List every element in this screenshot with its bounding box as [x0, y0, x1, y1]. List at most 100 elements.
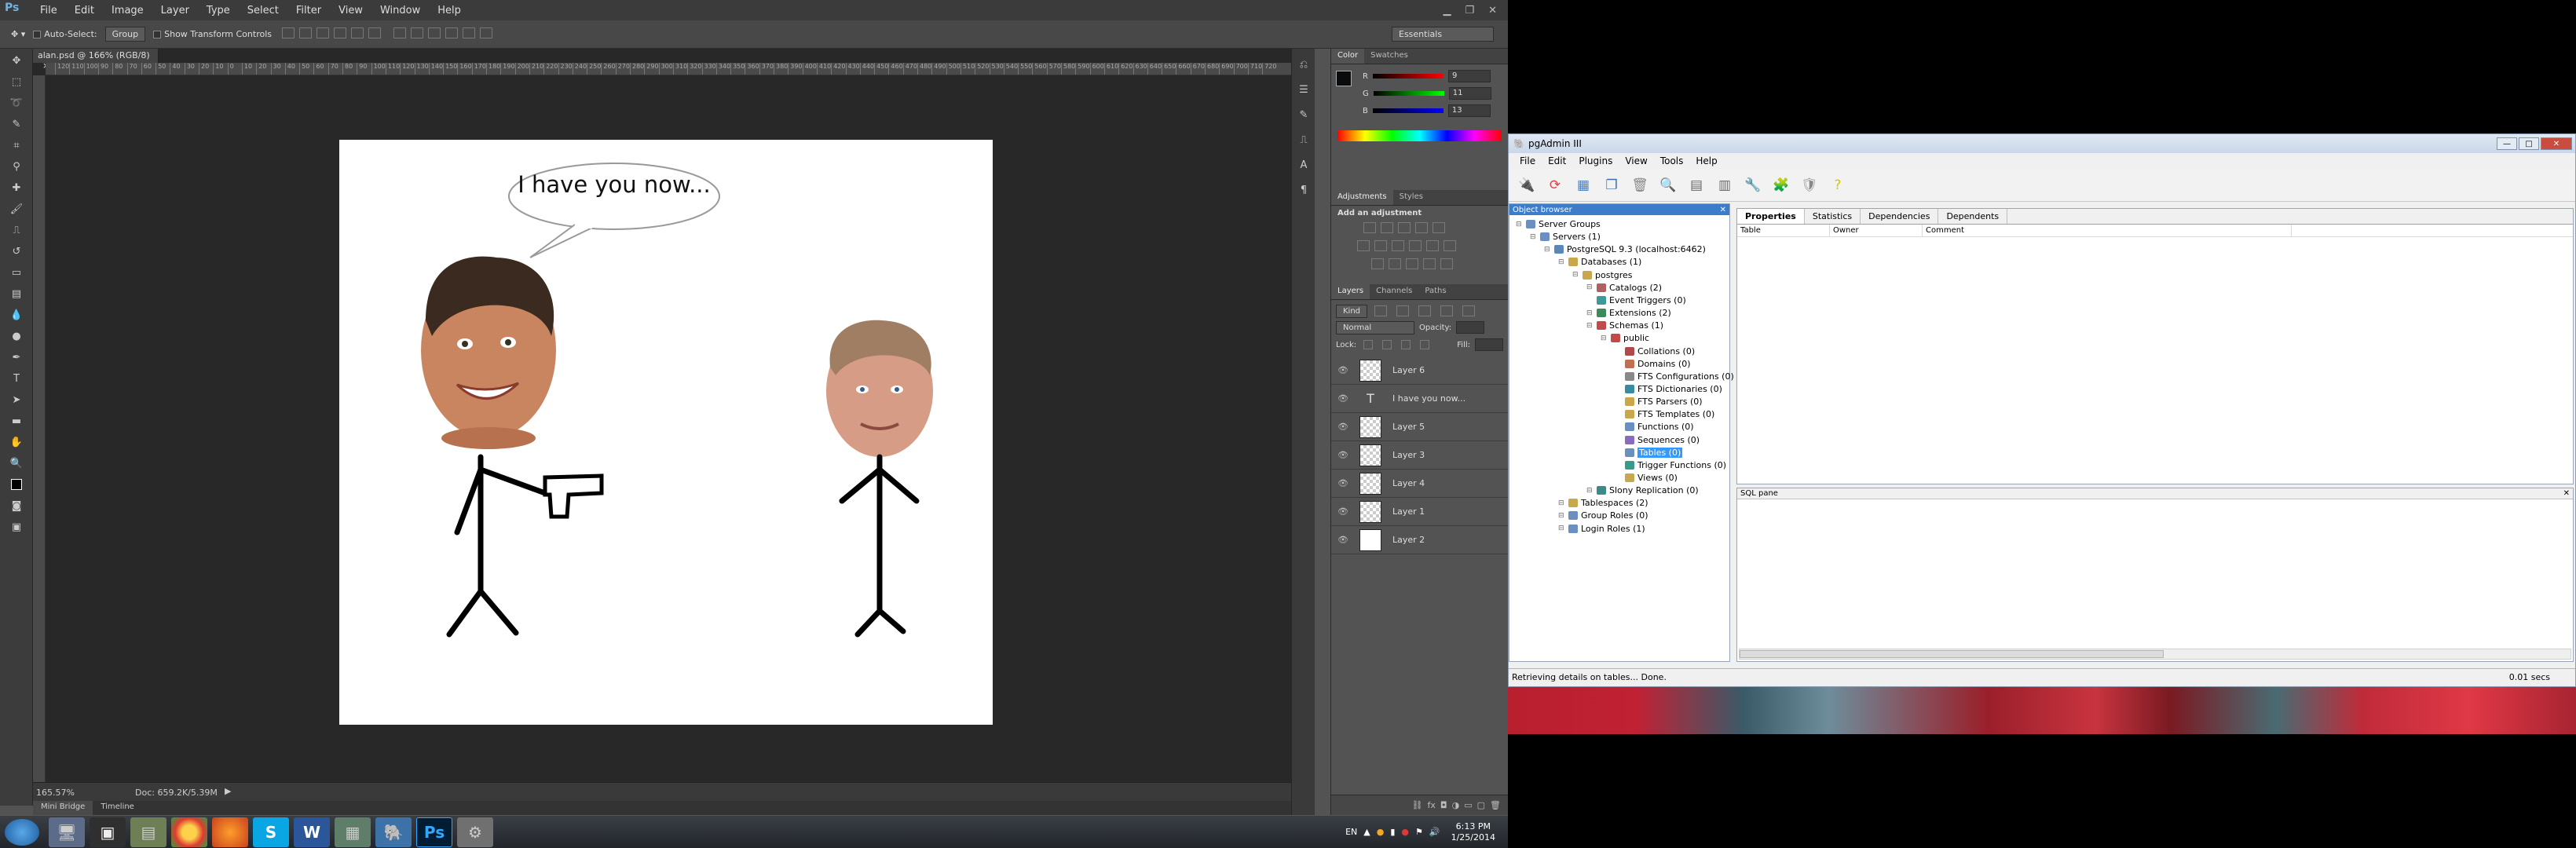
zoom-tool-icon[interactable]: 🔍 — [5, 454, 27, 473]
adjustment-layer-icon[interactable]: ◑ — [1452, 800, 1460, 810]
app3-icon[interactable]: ⚙ — [457, 817, 493, 847]
tab-dependencies[interactable]: Dependencies — [1861, 209, 1939, 224]
layer-mask-icon[interactable]: ◘ — [1440, 800, 1447, 810]
move-tool-icon[interactable]: ✥ ▾ — [11, 29, 25, 39]
app2-icon[interactable]: ▦ — [335, 817, 371, 847]
auto-select-checkbox[interactable]: Auto-Select: — [33, 29, 97, 39]
visibility-eye-icon[interactable]: 👁 — [1337, 393, 1348, 404]
visibility-eye-icon[interactable]: 👁 — [1337, 535, 1348, 545]
tree-node[interactable]: Tables (0) — [1615, 447, 1683, 459]
close-panel-icon[interactable]: ✕ — [1720, 206, 1729, 214]
tray-flag-icon[interactable]: ⚑ — [1415, 827, 1423, 837]
tab-layers[interactable]: Layers — [1331, 284, 1370, 299]
tree-node[interactable]: ⊟ Servers (1) — [1530, 231, 1601, 243]
menu-window[interactable]: Window — [371, 5, 429, 16]
word-icon[interactable]: W — [294, 817, 330, 847]
tree-node[interactable]: ⊟ Group Roles (0) — [1558, 510, 1648, 521]
tree-node[interactable]: ⊟ Server Groups — [1516, 218, 1601, 230]
plugins-icon[interactable]: 🧩 — [1769, 174, 1793, 197]
layer-row[interactable]: 👁 Layer 4 — [1331, 470, 1508, 498]
pgadmin-taskbar-icon[interactable]: 🐘 — [375, 817, 412, 847]
eyedropper-tool-icon[interactable]: ⚲ — [5, 157, 27, 176]
visibility-eye-icon[interactable]: 👁 — [1337, 450, 1348, 460]
properties-icon[interactable]: ▦ — [1572, 174, 1595, 197]
color-swatches-icon[interactable] — [5, 475, 27, 494]
drop-object-icon[interactable]: 🗑 — [1628, 174, 1652, 197]
menu-edit[interactable]: Edit — [66, 5, 103, 16]
document-canvas[interactable]: I have you now... — [339, 140, 993, 725]
skype-icon[interactable]: S — [253, 817, 289, 847]
r-value[interactable]: 9 — [1447, 70, 1491, 82]
tray-volume-icon[interactable]: 🔊 — [1429, 827, 1440, 837]
b-slider[interactable] — [1372, 108, 1444, 113]
tab-timeline[interactable]: Timeline — [93, 801, 142, 815]
app-icon[interactable]: ▤ — [130, 817, 166, 847]
type-tool-icon[interactable]: T — [5, 369, 27, 388]
stamp-tool-icon[interactable]: ⎍ — [5, 221, 27, 239]
start-button-icon[interactable] — [5, 818, 39, 846]
g-value[interactable]: 11 — [1448, 87, 1491, 100]
tab-statistics[interactable]: Statistics — [1805, 209, 1861, 224]
restore-icon[interactable]: ❐ — [1465, 5, 1474, 16]
lasso-tool-icon[interactable]: ➰ — [5, 93, 27, 112]
status-arrow-icon[interactable]: ▶ — [225, 786, 231, 796]
expander-icon[interactable]: ⊟ — [1586, 283, 1594, 291]
guru-hint-icon[interactable]: 🛡 — [1798, 174, 1821, 197]
clock[interactable]: 6:13 PM 1/25/2014 — [1447, 821, 1500, 843]
pg-menu-help[interactable]: Help — [1689, 155, 1723, 166]
workspace-dropdown[interactable]: Essentials — [1392, 27, 1494, 42]
pg-menu-file[interactable]: File — [1513, 155, 1542, 166]
tree-node[interactable]: Event Triggers (0) — [1586, 294, 1686, 306]
character-panel-icon[interactable]: A — [1293, 155, 1315, 174]
dodge-tool-icon[interactable]: ● — [5, 327, 27, 345]
tree-node[interactable]: ⊟ Extensions (2) — [1586, 307, 1671, 319]
pg-menu-plugins[interactable]: Plugins — [1572, 155, 1619, 166]
opacity-input[interactable] — [1456, 321, 1485, 334]
menu-image[interactable]: Image — [103, 5, 152, 16]
adjustment-icons-row3[interactable] — [1337, 254, 1502, 272]
blend-mode-dropdown[interactable]: Normal — [1336, 320, 1414, 334]
crop-tool-icon[interactable]: ⌗ — [5, 136, 27, 155]
tree-node[interactable]: Functions (0) — [1615, 421, 1694, 433]
menu-view[interactable]: View — [330, 5, 371, 16]
history-brush-icon[interactable]: ↺ — [5, 242, 27, 261]
col-owner[interactable]: Owner — [1830, 225, 1923, 236]
brush-tool-icon[interactable]: 🖌 — [5, 199, 27, 218]
r-slider[interactable] — [1372, 74, 1444, 79]
visibility-eye-icon[interactable]: 👁 — [1337, 365, 1348, 375]
col-table[interactable]: Table — [1737, 225, 1830, 236]
language-indicator[interactable]: EN — [1345, 827, 1357, 837]
layer-row[interactable]: 👁 T I have you now... — [1331, 385, 1508, 413]
hand-tool-icon[interactable]: ✋ — [5, 433, 27, 451]
marquee-tool-icon[interactable]: ⬚ — [5, 72, 27, 91]
adjustment-icons-row2[interactable] — [1337, 236, 1502, 254]
properties-panel-icon[interactable]: ☰ — [1293, 80, 1315, 99]
minimize-icon[interactable]: ▁ — [1443, 5, 1451, 16]
tree-node[interactable]: Trigger Functions (0) — [1615, 459, 1726, 471]
close-sql-pane-icon[interactable]: ✕ — [2563, 489, 2573, 498]
screen-mode-icon[interactable]: ▣ — [5, 517, 27, 536]
adjustment-icons-row1[interactable] — [1337, 217, 1502, 236]
menu-filter[interactable]: Filter — [287, 5, 330, 16]
tab-paths[interactable]: Paths — [1418, 284, 1452, 299]
paragraph-panel-icon[interactable]: ¶ — [1293, 181, 1315, 199]
show-transform-checkbox[interactable]: Show Transform Controls — [153, 29, 272, 39]
tree-node[interactable]: Sequences (0) — [1615, 434, 1700, 446]
expander-icon[interactable]: ⊟ — [1544, 246, 1551, 254]
tab-channels[interactable]: Channels — [1370, 284, 1418, 299]
tree-node[interactable]: Collations (0) — [1615, 345, 1695, 357]
help-icon[interactable]: ? — [1826, 174, 1850, 197]
explorer-icon[interactable]: 🖥 — [49, 817, 85, 847]
tree-node[interactable]: FTS Parsers (0) — [1615, 396, 1703, 408]
g-slider[interactable] — [1373, 91, 1444, 96]
expander-icon[interactable]: ⊟ — [1572, 271, 1579, 279]
tree-node[interactable]: ⊟ Schemas (1) — [1586, 320, 1663, 331]
sql-horizontal-scrollbar[interactable] — [1739, 649, 2571, 660]
tree-node[interactable]: FTS Configurations (0) — [1615, 371, 1734, 382]
tab-mini-bridge[interactable]: Mini Bridge — [33, 801, 93, 815]
tree-node[interactable]: ⊟ PostgreSQL 9.3 (localhost:6462) — [1544, 243, 1706, 255]
visibility-eye-icon[interactable]: 👁 — [1337, 478, 1348, 488]
shape-tool-icon[interactable]: ▬ — [5, 411, 27, 430]
expander-icon[interactable]: ⊟ — [1530, 233, 1537, 241]
view-data-icon[interactable]: ▤ — [1685, 174, 1708, 197]
